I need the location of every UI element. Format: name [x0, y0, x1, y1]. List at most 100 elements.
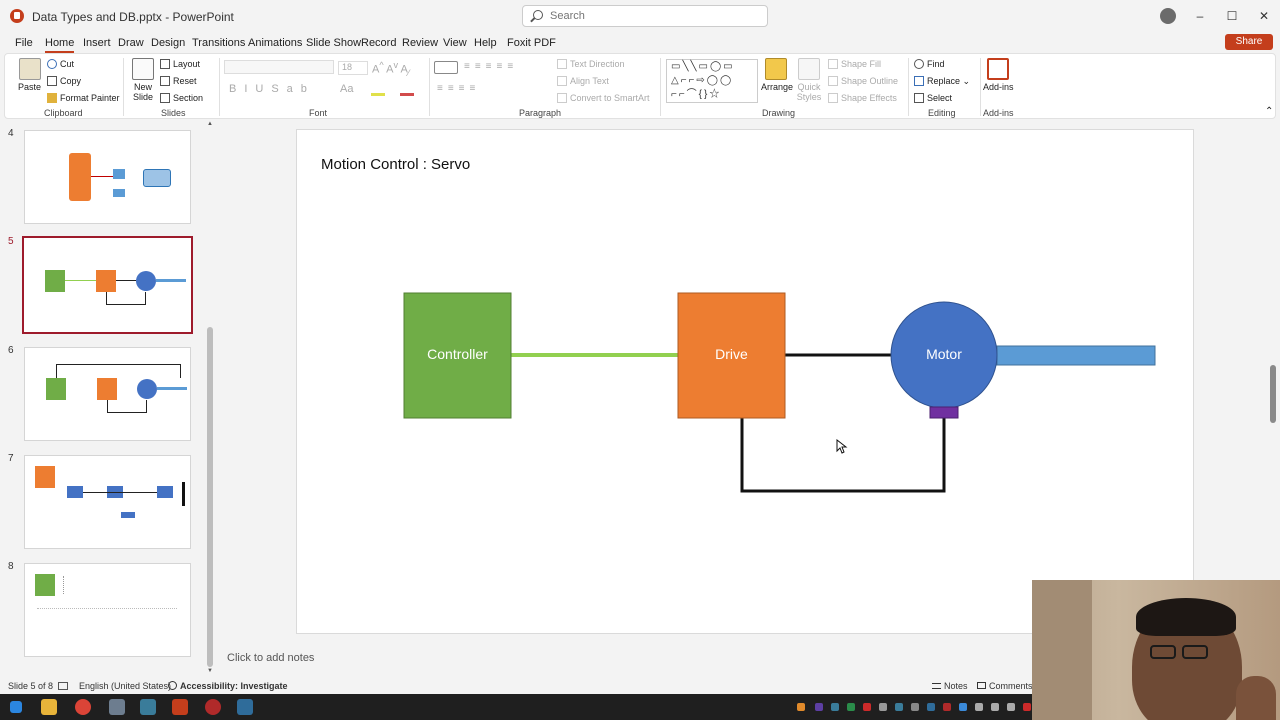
shape-outline-button[interactable]: Shape Outline: [828, 76, 898, 86]
tab-home[interactable]: Home: [45, 37, 75, 53]
avatar[interactable]: [1160, 8, 1176, 24]
accessibility-status[interactable]: Accessibility: Investigate: [180, 681, 288, 691]
tray-icon[interactable]: [943, 703, 951, 711]
tray-icon[interactable]: [815, 703, 823, 711]
controller-label: Controller: [427, 346, 488, 362]
slide-scroll-thumb[interactable]: [1270, 365, 1276, 423]
tray-icon[interactable]: [831, 703, 839, 711]
comments-toggle[interactable]: Comments: [977, 681, 1033, 691]
scroll-down-icon[interactable]: ▼: [207, 668, 213, 674]
slide-thumbnail-4[interactable]: [24, 130, 191, 224]
new-slide-button[interactable]: New Slide: [131, 82, 155, 102]
font-style-buttons[interactable]: BIUSab: [229, 83, 315, 95]
tab-design[interactable]: Design: [151, 37, 185, 49]
find-button[interactable]: Find: [914, 59, 945, 69]
cut-button[interactable]: Cut: [47, 59, 74, 69]
tab-animations[interactable]: Animations: [248, 37, 302, 49]
replace-button[interactable]: Replace ⌄: [914, 76, 970, 87]
tab-file[interactable]: File: [15, 37, 33, 49]
font-name-dropdown[interactable]: [224, 60, 334, 74]
tab-foxit-pdf[interactable]: Foxit PDF: [507, 37, 556, 49]
accessibility-icon[interactable]: [168, 681, 177, 690]
add-ins-button[interactable]: Add-ins: [983, 82, 1014, 92]
tab-record[interactable]: Record: [361, 37, 396, 49]
slide-thumbnail-5[interactable]: [22, 236, 193, 334]
notes-toggle[interactable]: Notes: [932, 681, 968, 691]
tab-slide-show[interactable]: Slide Show: [306, 37, 361, 49]
paste-button[interactable]: Paste: [18, 82, 41, 92]
tia-portal-icon[interactable]: [140, 699, 156, 715]
quick-styles-button[interactable]: Quick Styles: [795, 82, 823, 102]
shapes-gallery[interactable]: ▭╲╲▭◯▭ △⌐⌐⇨◯◯ ⌐⌐⌒{}☆: [666, 59, 758, 103]
tray-icon[interactable]: [991, 703, 999, 711]
minimize-button[interactable]: –: [1190, 6, 1210, 26]
alignment-icons[interactable]: ≡≡≡≡: [437, 83, 480, 94]
app-icon[interactable]: [109, 699, 125, 715]
close-button[interactable]: ✕: [1254, 6, 1274, 26]
format-painter-button[interactable]: Format Painter: [47, 93, 120, 103]
tab-draw[interactable]: Draw: [118, 37, 144, 49]
tray-icon[interactable]: [1023, 703, 1031, 711]
file-explorer-icon[interactable]: [41, 699, 57, 715]
tray-icon[interactable]: [895, 703, 903, 711]
tray-icon[interactable]: [911, 703, 919, 711]
scroll-up-icon[interactable]: ▲: [207, 121, 213, 127]
arrange-button[interactable]: Arrange: [761, 82, 793, 92]
tab-insert[interactable]: Insert: [83, 37, 111, 49]
section-button[interactable]: Section: [160, 93, 203, 103]
change-case-icon[interactable]: Aa: [340, 83, 353, 95]
search-box[interactable]: [522, 5, 768, 27]
increase-font-icon[interactable]: A^ Av A⁄: [372, 60, 409, 78]
tray-icon[interactable]: [959, 703, 967, 711]
slide-thumbnail-8[interactable]: [24, 563, 191, 657]
share-button[interactable]: Share: [1225, 34, 1273, 50]
slide-thumbnail-6[interactable]: [24, 347, 191, 441]
spelling-icon[interactable]: [58, 682, 68, 690]
plcsim-icon[interactable]: [237, 699, 253, 715]
copy-button[interactable]: Copy: [47, 76, 81, 86]
tray-icon[interactable]: [927, 703, 935, 711]
tray-icon[interactable]: [879, 703, 887, 711]
collapse-ribbon-icon[interactable]: ⌃: [1265, 106, 1273, 117]
maximize-button[interactable]: ☐: [1222, 6, 1242, 26]
presenter-hair: [1136, 598, 1236, 636]
tray-icon[interactable]: [847, 703, 855, 711]
list-indent-icons[interactable]: ≡≡≡≡≡: [464, 61, 518, 72]
shape-effects-button[interactable]: Shape Effects: [828, 93, 897, 103]
powerpoint-taskbar-icon[interactable]: [172, 699, 188, 715]
tab-review[interactable]: Review: [402, 37, 438, 49]
bullets-icon[interactable]: [434, 61, 458, 74]
tray-icon[interactable]: [863, 703, 871, 711]
slide-thumbnail-7[interactable]: [24, 455, 191, 549]
font-size-dropdown[interactable]: 18: [338, 61, 368, 75]
thumbnail-scroll-thumb[interactable]: [207, 327, 213, 667]
tab-help[interactable]: Help: [474, 37, 497, 49]
motor-shaft[interactable]: [996, 345, 1156, 366]
language-indicator[interactable]: English (United States): [79, 681, 171, 691]
windows-start-icon[interactable]: [10, 701, 22, 713]
font-color-icon[interactable]: [400, 93, 414, 96]
align-text-button[interactable]: Align Text: [557, 76, 609, 86]
search-input[interactable]: [550, 8, 750, 24]
thumb-connector: [107, 400, 147, 413]
notes-placeholder[interactable]: Click to add notes: [227, 652, 314, 664]
layout-button[interactable]: Layout: [160, 59, 200, 69]
layout-icon: [160, 59, 170, 69]
convert-smartart-button[interactable]: Convert to SmartArt: [557, 93, 650, 103]
reset-button[interactable]: Reset: [160, 76, 197, 86]
tray-icon[interactable]: [797, 703, 805, 711]
tab-transitions[interactable]: Transitions: [192, 37, 245, 49]
select-button[interactable]: Select: [914, 93, 952, 103]
thumbnail-scrollbar[interactable]: ▲ ▼: [207, 121, 213, 676]
slide-canvas[interactable]: Motion Control : Servo Controller Drive …: [296, 129, 1194, 634]
encoder-block[interactable]: [929, 406, 959, 419]
tray-icon[interactable]: [1007, 703, 1015, 711]
shape-fill-button[interactable]: Shape Fill: [828, 59, 881, 69]
app-icon[interactable]: [205, 699, 221, 715]
text-direction-button[interactable]: Text Direction: [557, 59, 625, 69]
chrome-icon[interactable]: [75, 699, 91, 715]
tab-view[interactable]: View: [443, 37, 467, 49]
tray-icon[interactable]: [975, 703, 983, 711]
thumb-shape: [157, 387, 187, 390]
highlight-color-icon[interactable]: [371, 93, 385, 96]
